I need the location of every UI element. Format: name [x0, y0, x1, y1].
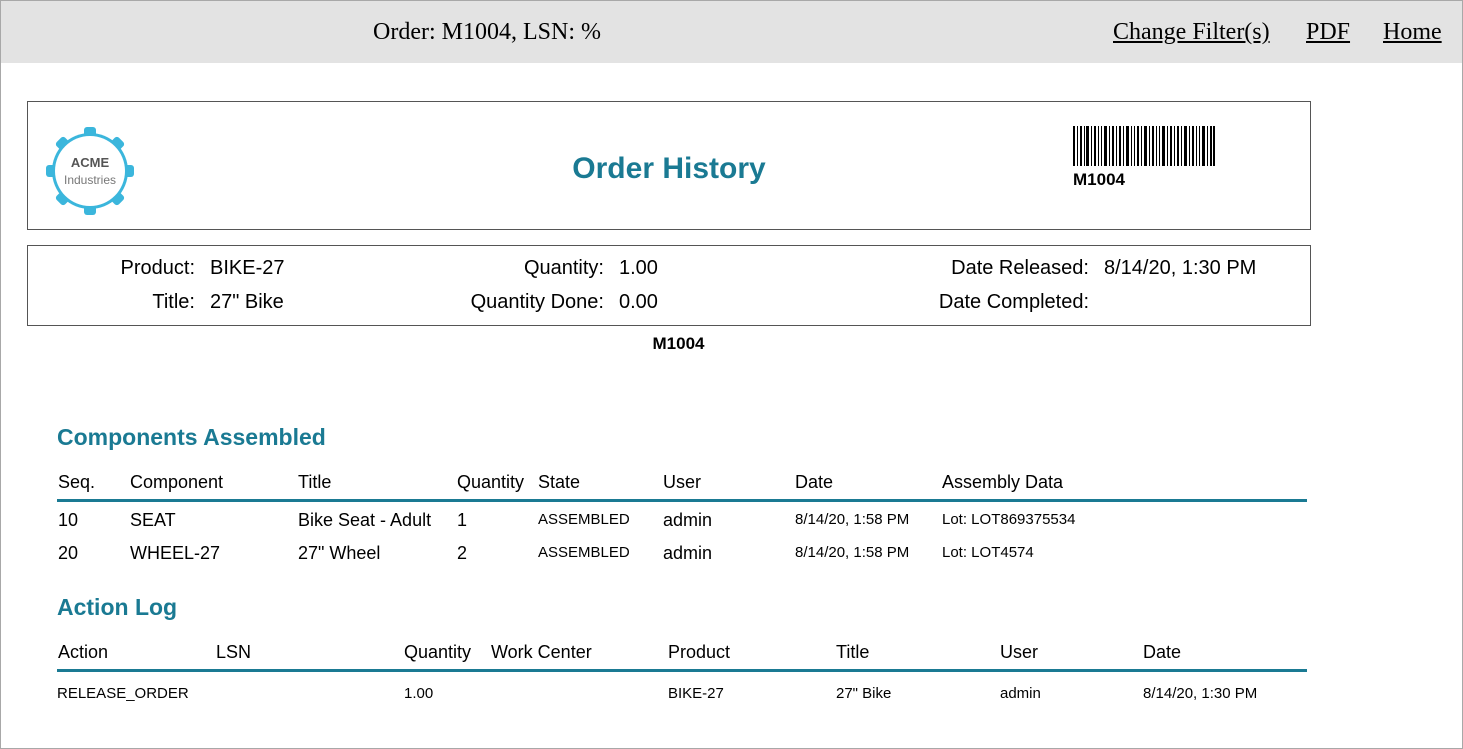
col-component: Component [130, 472, 224, 492]
change-filters-link[interactable]: Change Filter(s) [1113, 19, 1270, 46]
report-header: ACME Industries Order History M1004 [27, 101, 1311, 230]
components-divider [57, 499, 1307, 502]
date-completed-label: Date Completed: [938, 291, 1089, 313]
action-log-heading: Action Log [57, 594, 178, 620]
cell-component: WHEEL-27 [130, 543, 221, 563]
cell-user: admin [663, 510, 713, 530]
components-heading: Components Assembled [57, 424, 326, 450]
col-seq: Seq. [58, 472, 96, 492]
order-id: M1004 [652, 334, 705, 353]
title-label: Title: [152, 291, 195, 313]
col-title: Title [298, 472, 332, 492]
col-date: Date [795, 472, 834, 492]
col-title: Title [836, 642, 870, 662]
cell-product: BIKE-27 [668, 685, 724, 702]
col-quantity: Quantity [457, 472, 525, 492]
cell-title: Bike Seat - Adult [298, 510, 432, 530]
quantity-value: 1.00 [619, 257, 658, 279]
cell-action: RELEASE_ORDER [57, 685, 189, 702]
cell-state: ASSEMBLED [538, 544, 630, 561]
order-info: Product: BIKE-27 Title: 27" Bike Quantit… [27, 245, 1311, 326]
order-filter-text: Order: M1004, LSN: % [373, 19, 601, 45]
cell-date: 8/14/20, 1:58 PM [795, 511, 910, 528]
cell-component: SEAT [130, 510, 176, 530]
col-user: User [663, 472, 702, 492]
col-user: User [1000, 642, 1039, 662]
col-quantity: Quantity [404, 642, 472, 662]
cell-title: 27" Wheel [298, 543, 381, 563]
barcode-label: M1004 [1073, 170, 1125, 189]
pdf-link[interactable]: PDF [1306, 19, 1350, 46]
barcode-icon [1073, 126, 1215, 166]
quantity-done-label: Quantity Done: [470, 291, 604, 313]
cell-quantity: 1 [457, 510, 468, 530]
quantity-done-value: 0.00 [619, 291, 658, 313]
cell-seq: 20 [58, 543, 79, 563]
cell-assembly-data: Lot: LOT4574 [942, 544, 1034, 561]
cell-user: admin [663, 543, 713, 563]
home-link[interactable]: Home [1383, 19, 1442, 46]
action-log-divider [57, 669, 1307, 672]
cell-date: 8/14/20, 1:58 PM [795, 544, 910, 561]
product-value: BIKE-27 [210, 257, 285, 279]
cell-title: 27" Bike [836, 685, 892, 702]
cell-date: 8/14/20, 1:30 PM [1143, 685, 1258, 702]
cell-quantity: 2 [457, 543, 468, 563]
col-action: Action [58, 642, 109, 662]
cell-assembly-data: Lot: LOT869375534 [942, 511, 1076, 528]
cell-quantity: 1.00 [404, 685, 434, 702]
col-date: Date [1143, 642, 1182, 662]
col-work-center: Work Center [491, 642, 592, 662]
product-label: Product: [120, 257, 195, 279]
cell-state: ASSEMBLED [538, 511, 630, 528]
col-assembly-data: Assembly Data [942, 472, 1064, 492]
col-lsn: LSN [216, 642, 252, 662]
date-released-label: Date Released: [951, 257, 1089, 279]
col-state: State [538, 472, 581, 492]
col-product: Product [668, 642, 731, 662]
cell-seq: 10 [58, 510, 79, 530]
quantity-label: Quantity: [523, 257, 604, 279]
date-released-value: 8/14/20, 1:30 PM [1104, 257, 1257, 279]
top-bar: Order: M1004, LSN: % Change Filter(s) PD… [1, 1, 1462, 63]
cell-user: admin [1000, 685, 1041, 702]
title-value: 27" Bike [210, 291, 284, 313]
